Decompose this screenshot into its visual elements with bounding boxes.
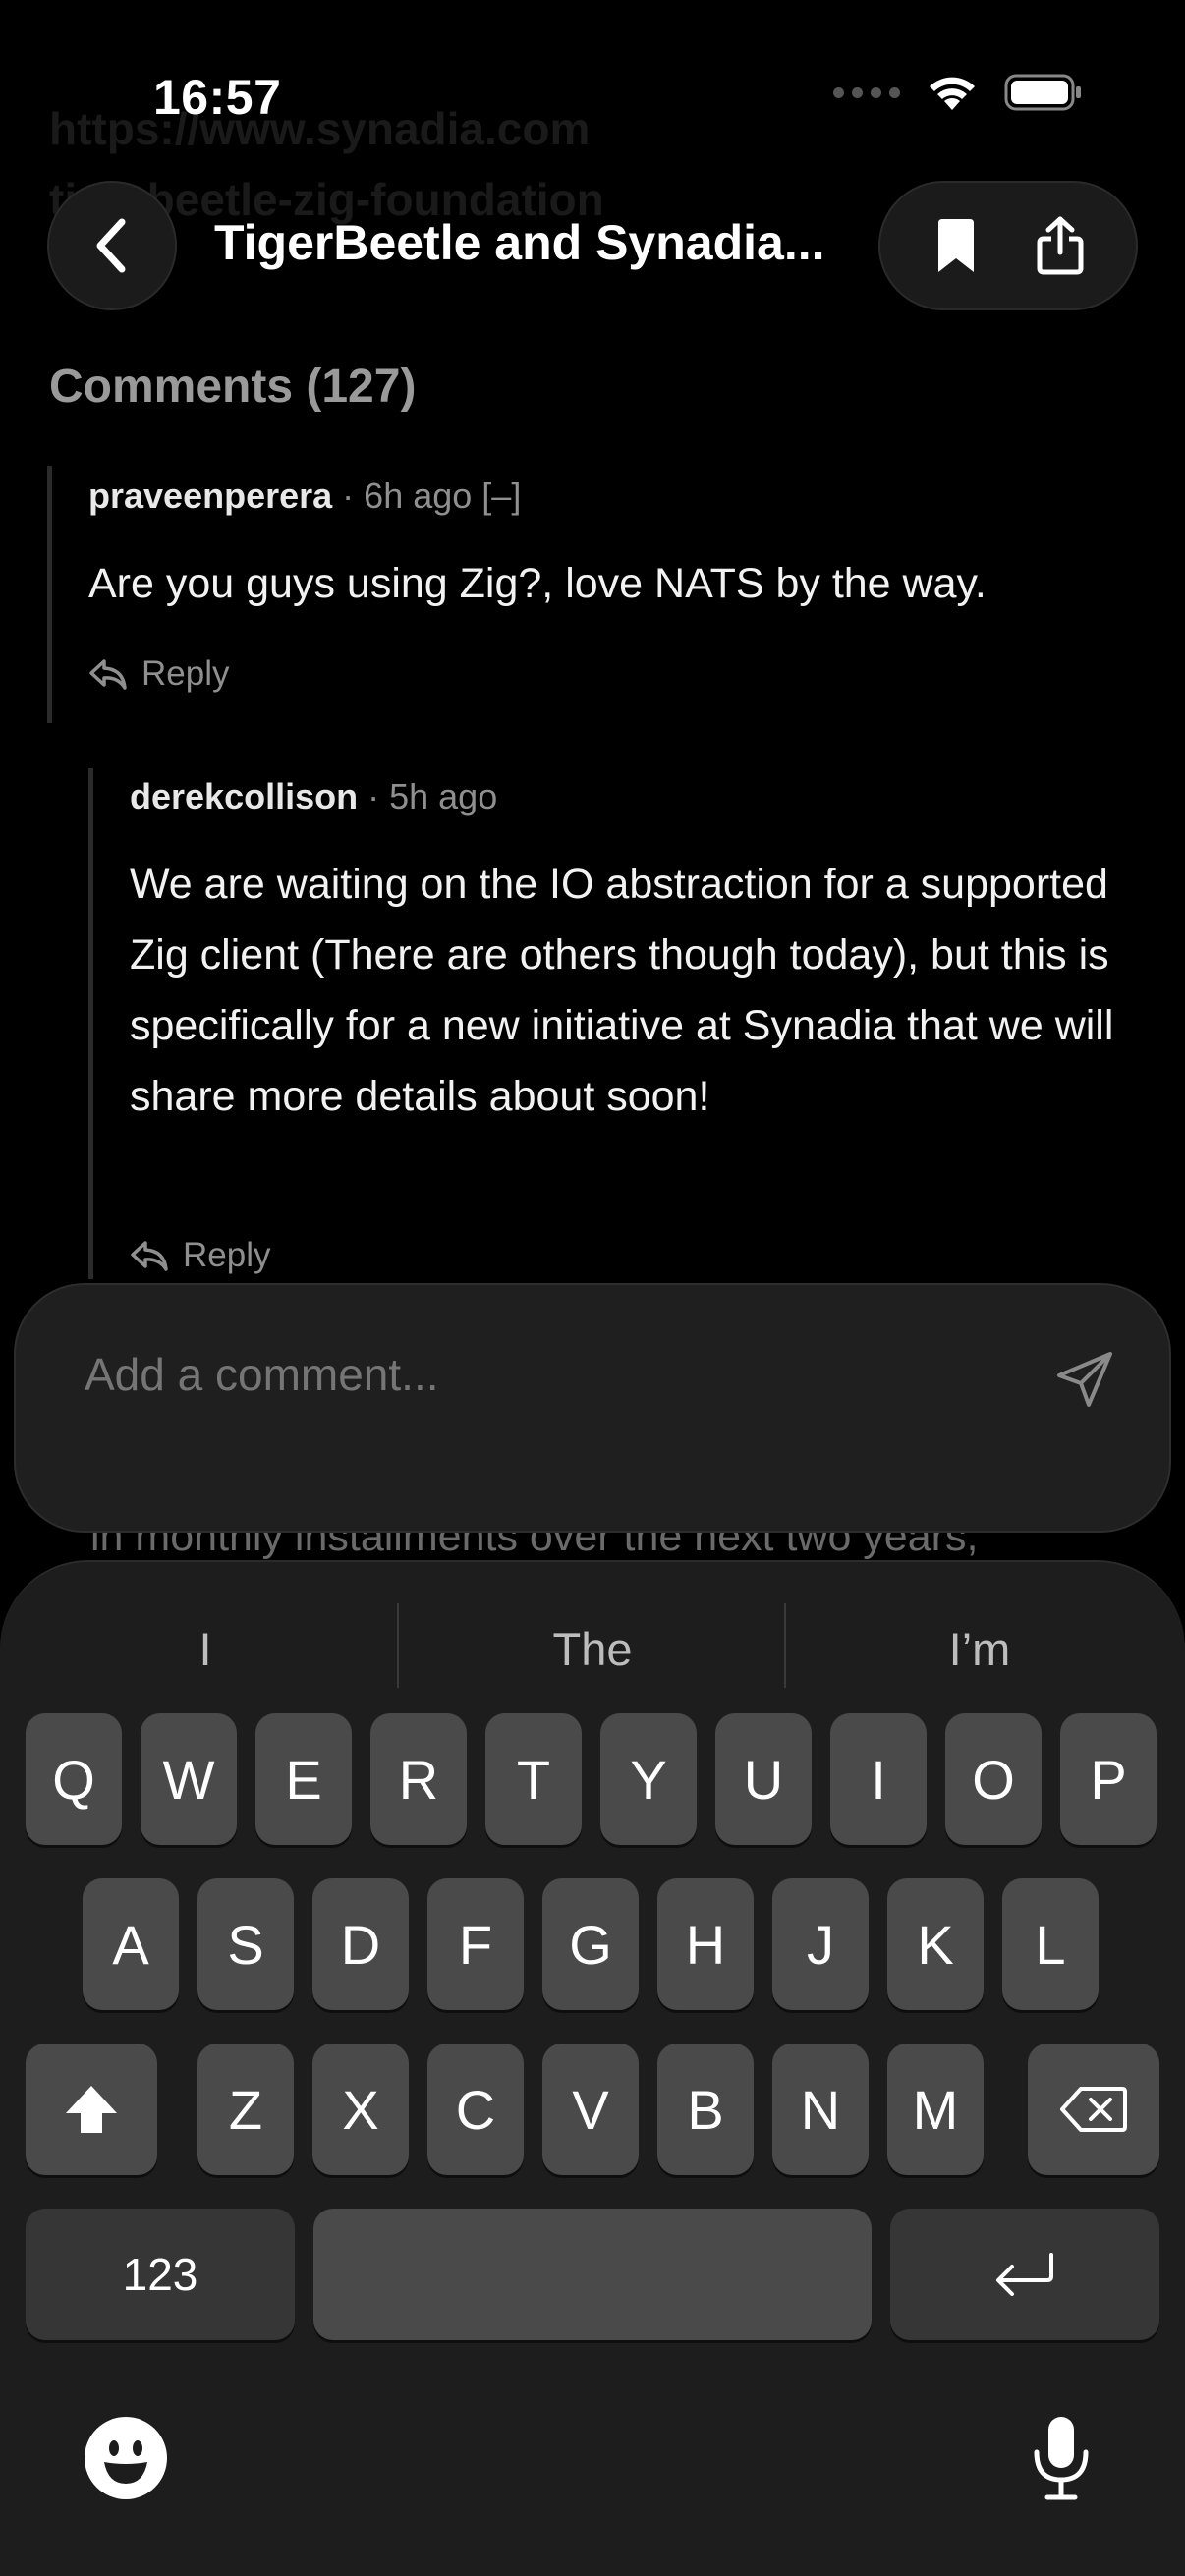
key-p[interactable]: P — [1060, 1713, 1157, 1845]
key-e[interactable]: E — [255, 1713, 352, 1845]
key-l[interactable]: L — [1002, 1878, 1099, 2010]
page-title: TigerBeetle and Synadia... — [214, 215, 825, 270]
background-text: https://www.synadia.com — [49, 103, 591, 154]
key-w[interactable]: W — [141, 1713, 237, 1845]
emoji-icon — [86, 2419, 165, 2497]
return-key[interactable] — [890, 2209, 1159, 2340]
comment-author[interactable]: derekcollison — [130, 776, 358, 816]
nav-actions — [878, 181, 1138, 310]
suggestion-2[interactable]: The — [401, 1609, 784, 1688]
bookmark-button[interactable] — [917, 206, 995, 285]
reply-button[interactable]: Reply — [130, 1236, 270, 1275]
share-icon — [1037, 216, 1084, 275]
send-button[interactable] — [1049, 1344, 1120, 1415]
comment-composer — [14, 1283, 1171, 1533]
emoji-button[interactable] — [85, 2417, 167, 2499]
key-r[interactable]: R — [370, 1713, 467, 1845]
key-k[interactable]: K — [887, 1878, 984, 2010]
suggestion-divider — [784, 1603, 786, 1688]
key-x[interactable]: X — [312, 2044, 409, 2175]
space-key[interactable] — [313, 2209, 872, 2340]
comment-body: We are waiting on the IO abstraction for… — [130, 861, 1114, 1120]
key-g[interactable]: G — [542, 1878, 639, 2010]
backspace-icon — [1060, 2087, 1127, 2132]
status-time: 16:57 — [153, 70, 282, 125]
key-t[interactable]: T — [485, 1713, 582, 1845]
battery-icon — [1004, 74, 1081, 111]
key-b[interactable]: B — [657, 2044, 754, 2175]
numbers-key[interactable]: 123 — [26, 2209, 295, 2340]
key-o[interactable]: O — [945, 1713, 1042, 1845]
share-button[interactable] — [1021, 206, 1100, 285]
reply-button[interactable]: Reply — [88, 654, 229, 694]
key-c[interactable]: C — [427, 2044, 524, 2175]
comment-meta: derekcollison · 5h ago — [130, 776, 497, 817]
key-n[interactable]: N — [772, 2044, 869, 2175]
key-y[interactable]: Y — [600, 1713, 697, 1845]
comment-body: Are you guys using Zig?, love NATS by th… — [88, 560, 987, 607]
meta-separator: · — [367, 776, 390, 816]
comment-age: 6h ago — [364, 476, 473, 516]
back-button[interactable] — [47, 181, 177, 310]
comment: derekcollison · 5h ago We are waiting on… — [88, 768, 1150, 1279]
suggestion-3[interactable]: I’m — [788, 1609, 1171, 1688]
key-v[interactable]: V — [542, 2044, 639, 2175]
bookmark-icon — [938, 219, 974, 272]
collapse-toggle[interactable]: [–] — [481, 476, 521, 516]
key-q[interactable]: Q — [26, 1713, 122, 1845]
status-icons — [833, 73, 1083, 112]
chevron-left-icon — [96, 218, 126, 273]
comment: praveenperera · 6h ago [–] Are you guys … — [47, 466, 1148, 723]
reply-label: Reply — [141, 654, 230, 693]
key-s[interactable]: S — [198, 1878, 294, 2010]
key-f[interactable]: F — [427, 1878, 524, 2010]
comment-age: 5h ago — [389, 776, 498, 816]
key-m[interactable]: M — [887, 2044, 984, 2175]
reply-icon — [89, 659, 127, 690]
wifi-icon — [930, 77, 975, 110]
key-u[interactable]: U — [715, 1713, 812, 1845]
shift-key[interactable] — [26, 2044, 157, 2175]
comment-meta: praveenperera · 6h ago [–] — [88, 476, 521, 517]
reply-icon — [131, 1241, 168, 1271]
thread-line — [47, 466, 52, 723]
reply-label: Reply — [183, 1236, 271, 1274]
cellular-dots-icon — [833, 86, 900, 98]
comments-heading: Comments (127) — [49, 361, 417, 413]
meta-separator: · — [342, 476, 365, 516]
suggestion-1[interactable]: I — [14, 1609, 397, 1688]
comment-input[interactable] — [85, 1348, 969, 1401]
suggestion-divider — [397, 1603, 399, 1688]
key-d[interactable]: D — [312, 1878, 409, 2010]
send-icon — [1057, 1352, 1112, 1407]
key-a[interactable]: A — [83, 1878, 179, 2010]
dictation-button[interactable] — [1022, 2409, 1100, 2507]
comment-author[interactable]: praveenperera — [88, 476, 332, 516]
return-icon — [996, 2253, 1053, 2296]
key-i[interactable]: I — [830, 1713, 927, 1845]
key-h[interactable]: H — [657, 1878, 754, 2010]
microphone-icon — [1034, 2417, 1089, 2500]
delete-key[interactable] — [1028, 2044, 1159, 2175]
key-j[interactable]: J — [772, 1878, 869, 2010]
key-z[interactable]: Z — [198, 2044, 294, 2175]
thread-line — [88, 768, 93, 1279]
shift-icon — [66, 2086, 117, 2133]
